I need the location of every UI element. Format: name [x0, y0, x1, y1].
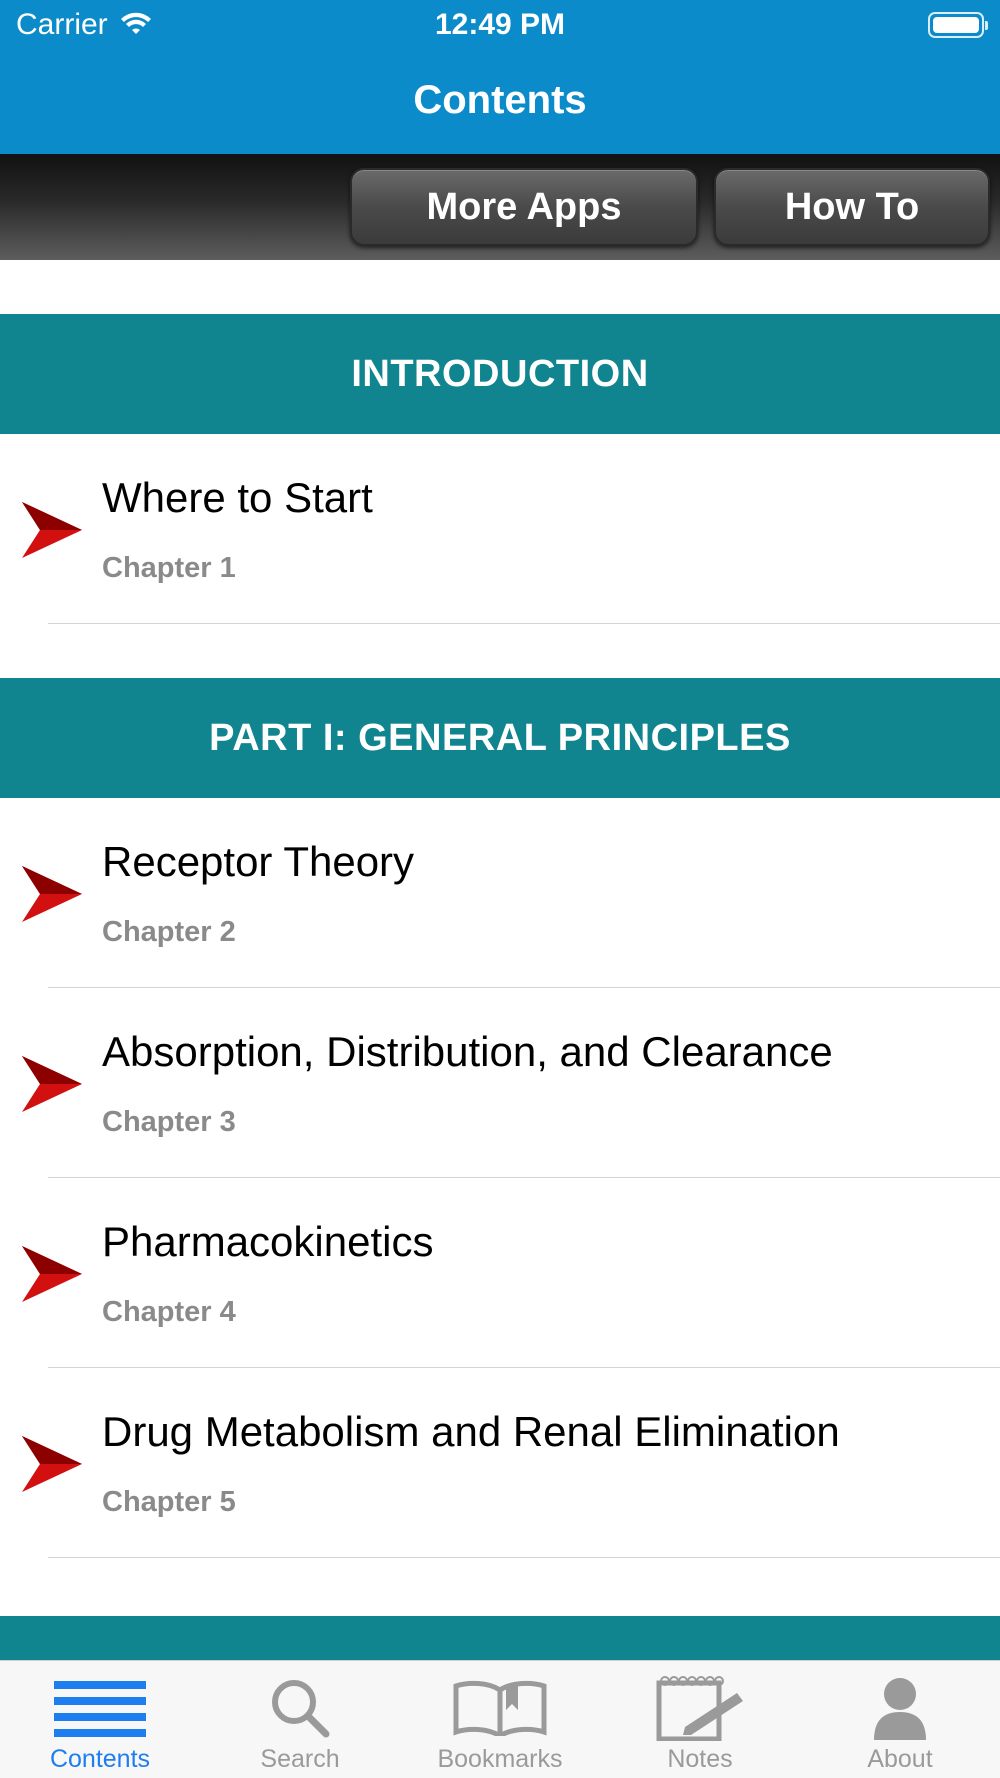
- chapter-title: Where to Start: [102, 474, 373, 521]
- navigation-header: Carrier 12:49 PM Contents: [0, 0, 1000, 154]
- tab-notes[interactable]: Notes: [600, 1661, 800, 1778]
- list-item-chapter-5[interactable]: Drug Metabolism and Renal Elimination Ch…: [0, 1368, 1000, 1558]
- toolbar: More Apps How To: [0, 154, 1000, 260]
- row-divider: [48, 623, 1000, 624]
- tab-bookmarks[interactable]: Bookmarks: [400, 1661, 600, 1778]
- tab-bar: Contents Search Bookmarks Notes About: [0, 1660, 1000, 1778]
- chapter-title: Absorption, Distribution, and Clearance: [102, 1028, 833, 1075]
- contents-list[interactable]: INTRODUCTION Where to Start Chapter 1 PA…: [0, 260, 1000, 1660]
- red-arrow-icon: [22, 1246, 82, 1302]
- tab-label: Bookmarks: [437, 1745, 563, 1773]
- tab-search[interactable]: Search: [200, 1661, 400, 1778]
- chapter-title: Receptor Theory: [102, 838, 415, 885]
- chapter-number: Chapter 1: [102, 552, 236, 584]
- person-icon: [848, 1675, 952, 1741]
- page-title: Contents: [413, 78, 587, 122]
- chapter-number: Chapter 5: [102, 1486, 236, 1518]
- chapter-number: Chapter 2: [102, 916, 236, 948]
- red-arrow-icon: [22, 1436, 82, 1492]
- list-item-chapter-1[interactable]: Where to Start Chapter 1: [0, 434, 1000, 624]
- chapter-title: Drug Metabolism and Renal Elimination: [102, 1408, 840, 1455]
- list-item-chapter-2[interactable]: Receptor Theory Chapter 2: [0, 798, 1000, 988]
- list-item-chapter-3[interactable]: Absorption, Distribution, and Clearance …: [0, 988, 1000, 1178]
- red-arrow-icon: [22, 866, 82, 922]
- tab-label: Contents: [49, 1745, 151, 1773]
- status-time: 12:49 PM: [434, 8, 566, 41]
- how-to-button[interactable]: How To: [714, 168, 990, 246]
- search-icon: [248, 1675, 352, 1741]
- list-icon: [48, 1675, 152, 1741]
- battery-icon: [928, 12, 988, 38]
- book-icon: [448, 1675, 552, 1741]
- row-divider: [48, 1557, 1000, 1558]
- section-header: PART II: DRUGS THAT AFFECT THE AUTONOMIC: [0, 1616, 1000, 1660]
- list-item-chapter-4[interactable]: Pharmacokinetics Chapter 4: [0, 1178, 1000, 1368]
- chapter-number: Chapter 3: [102, 1106, 236, 1138]
- section-header: PART I: GENERAL PRINCIPLES: [0, 678, 1000, 798]
- tab-label: About: [867, 1745, 933, 1773]
- chapter-number: Chapter 4: [102, 1296, 236, 1328]
- section-header: INTRODUCTION: [0, 314, 1000, 434]
- tab-label: Notes: [667, 1745, 733, 1773]
- notepad-icon: [648, 1675, 752, 1741]
- tab-about[interactable]: About: [800, 1661, 1000, 1778]
- chapter-title: Pharmacokinetics: [102, 1218, 434, 1265]
- tab-contents[interactable]: Contents: [0, 1661, 200, 1778]
- red-arrow-icon: [22, 1056, 82, 1112]
- red-arrow-icon: [22, 502, 82, 558]
- more-apps-button[interactable]: More Apps: [350, 168, 698, 246]
- tab-label: Search: [260, 1745, 340, 1773]
